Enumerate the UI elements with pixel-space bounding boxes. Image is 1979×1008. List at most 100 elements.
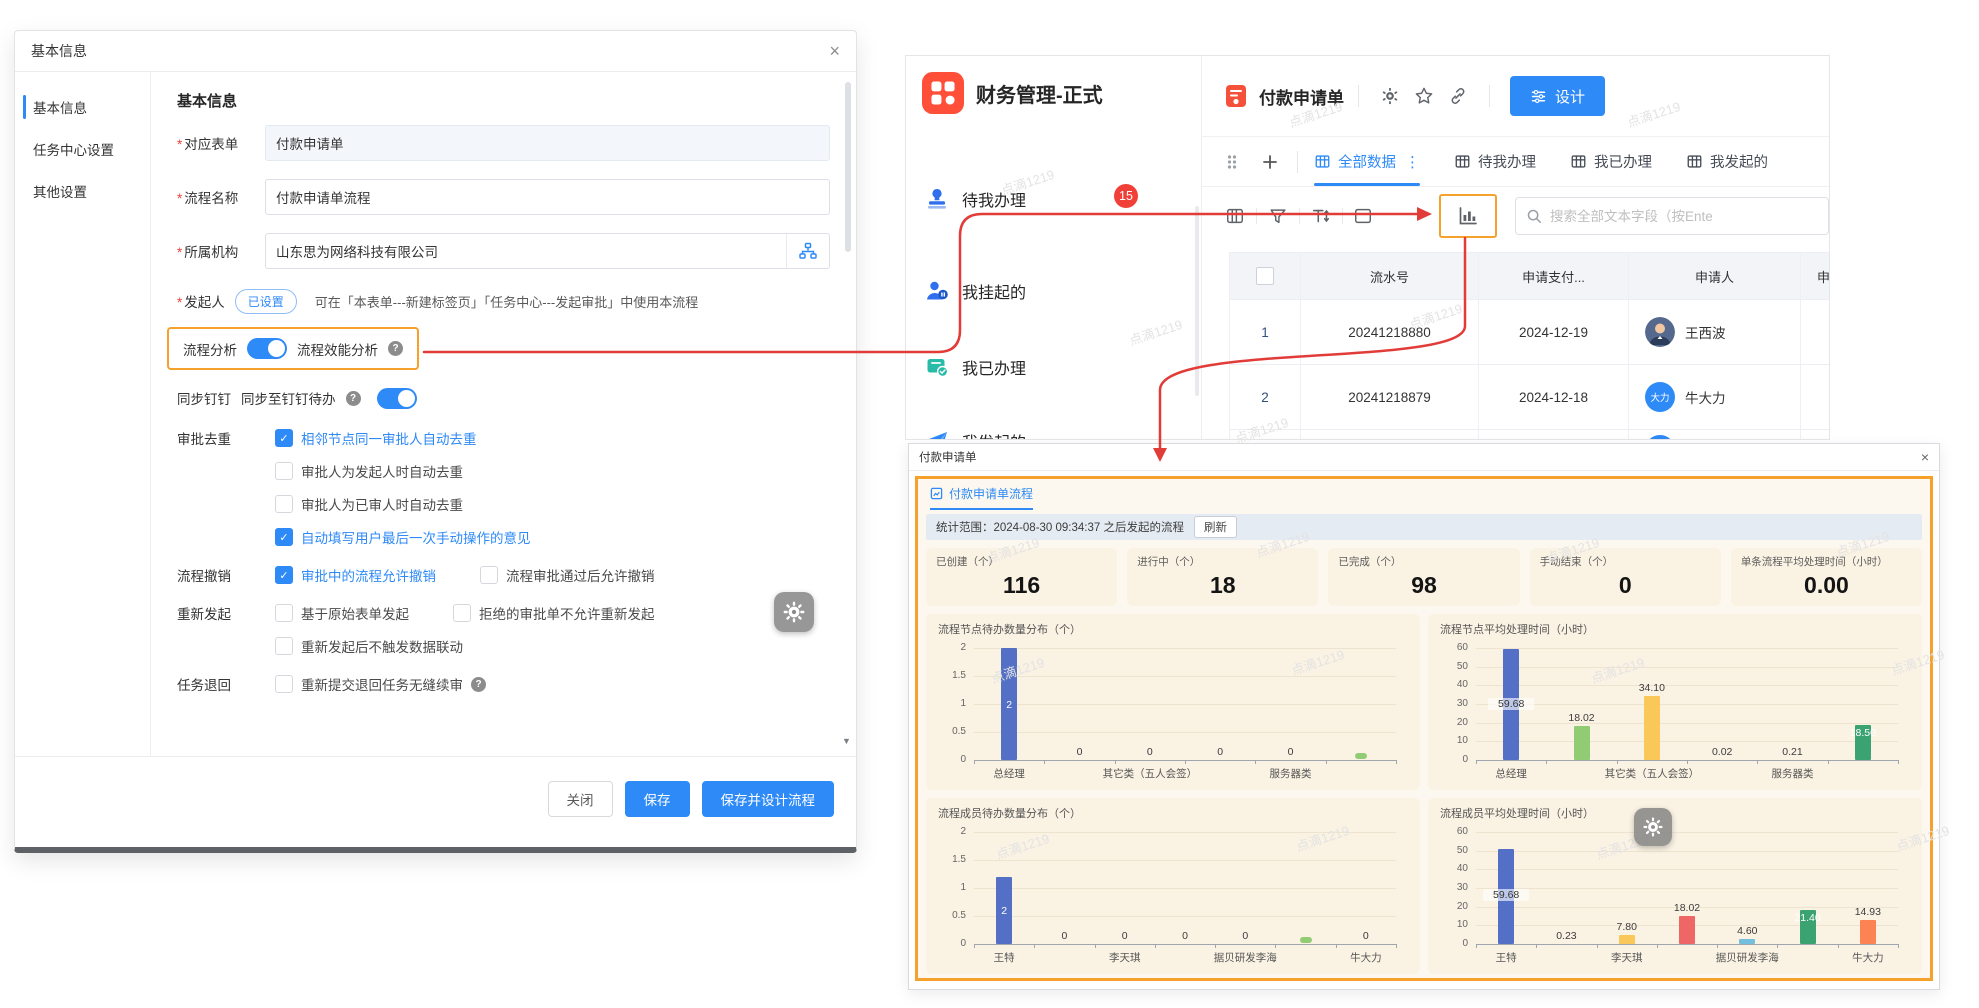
checkbox-restart-original[interactable] — [275, 604, 293, 622]
dedup-option-4[interactable]: 自动填写用户最后一次手动操作的意见 — [301, 527, 531, 547]
sidebar-item-task-center[interactable]: 任务中心设置 — [15, 128, 150, 170]
dedup-option-1[interactable]: 相邻节点同一审批人自动去重 — [301, 428, 477, 448]
checkbox-dedup-reviewed[interactable] — [275, 495, 293, 513]
save-and-design-button[interactable]: 保存并设计流程 — [702, 781, 835, 817]
card-view-icon[interactable] — [1352, 204, 1376, 228]
refresh-button[interactable]: 刷新 — [1194, 516, 1237, 538]
xtickmark — [1717, 944, 1718, 948]
row-flow-no[interactable]: 20241218880 — [1301, 300, 1479, 365]
sidebar-item-initiated[interactable]: 我发起的 — [924, 428, 1174, 440]
row-applicant[interactable]: 大力 牛大力 — [1629, 365, 1801, 430]
help-icon[interactable]: ? — [471, 677, 486, 692]
row-serial[interactable]: 2 — [1229, 365, 1301, 430]
select-all-checkbox[interactable] — [1256, 267, 1274, 285]
org-picker-icon[interactable] — [786, 234, 829, 268]
ytick: 60 — [1436, 642, 1468, 653]
restart-option-3[interactable]: 重新发起后不触发数据联动 — [301, 636, 463, 656]
revoke-option-2[interactable]: 流程审批通过后允许撤销 — [506, 565, 655, 585]
gridline — [1476, 888, 1898, 889]
revoke-option-1[interactable]: 审批中的流程允许撤销 — [301, 565, 436, 585]
checkbox-revoke-in-approval[interactable]: ✓ — [275, 566, 293, 584]
save-button[interactable]: 保存 — [625, 781, 690, 817]
organization-field[interactable] — [266, 244, 786, 259]
help-icon[interactable]: ? — [388, 341, 403, 356]
chart-plot: 605040302010059.68王特0.237.80李天琪18.024.60… — [1436, 824, 1914, 966]
checkbox-dedup-adjacent[interactable]: ✓ — [275, 429, 293, 447]
settings-gear-overlay-button[interactable] — [774, 592, 814, 632]
column-header: 申请支付... — [1479, 252, 1629, 300]
sidebar-item-suspended[interactable]: 我挂起的 — [924, 278, 1174, 304]
charts-grid: 流程节点待办数量分布（个） 21.510.502总经理00其它类（五人会签）00… — [926, 614, 1922, 974]
xtickmark — [1155, 944, 1156, 948]
dedup-option-3[interactable]: 审批人为已审人时自动去重 — [301, 494, 463, 514]
table-icon — [1570, 154, 1587, 169]
checkbox-autofill-opinion[interactable]: ✓ — [275, 528, 293, 546]
sort-icon[interactable] — [1309, 204, 1333, 228]
row-flow-no[interactable]: 20241218879 — [1301, 365, 1479, 430]
tab-all-data[interactable]: 全部数据 ⋮ — [1314, 137, 1420, 186]
sidebar-item-other-settings[interactable]: 其他设置 — [15, 170, 150, 212]
checkbox-return-seamless[interactable] — [275, 675, 293, 693]
vlabel: 59.68 — [1483, 889, 1529, 901]
xtickmark — [1536, 944, 1537, 948]
column-display-icon[interactable] — [1223, 204, 1247, 228]
list-toolbar — [1201, 187, 1829, 245]
settings-gear-overlay-button-2[interactable] — [1634, 808, 1672, 846]
checkbox-restart-no-linkage[interactable] — [275, 637, 293, 655]
required-asterisk: * — [177, 191, 182, 206]
sidebar-item-basic-info[interactable]: 基本信息 — [15, 86, 150, 128]
gridline — [1476, 667, 1898, 668]
scroll-down-icon[interactable]: ▼ — [842, 736, 851, 746]
tab-todo[interactable]: 待我办理 — [1454, 137, 1536, 186]
vlabel: 0 — [1120, 746, 1180, 758]
row-applicant[interactable]: 王西波 — [1629, 300, 1801, 365]
return-option-1[interactable]: 重新提交退回任务无缝续审 — [301, 674, 463, 694]
ytick: 0 — [1436, 938, 1468, 949]
close-button[interactable]: 关闭 — [548, 781, 613, 817]
xtickmark — [1034, 944, 1035, 948]
flow-name-field[interactable] — [265, 179, 830, 215]
tab-initiated[interactable]: 我发起的 — [1686, 137, 1768, 186]
tab-done[interactable]: 我已办理 — [1570, 137, 1652, 186]
row-date[interactable]: 2024-12-18 — [1479, 365, 1629, 430]
tab-payment-flow[interactable]: 付款申请单流程 — [930, 485, 1033, 510]
favorite-star-icon[interactable] — [1411, 83, 1437, 109]
form-title: 付款申请单 — [1259, 84, 1344, 109]
form-settings-gear-icon[interactable] — [1377, 83, 1403, 109]
design-button[interactable]: 设计 — [1510, 76, 1605, 116]
dedup-option-2[interactable]: 审批人为发起人时自动去重 — [301, 461, 463, 481]
sidebar-item-done[interactable]: 我已办理 — [924, 354, 1174, 380]
checkbox-restart-rejected[interactable] — [453, 604, 471, 622]
form-row-organization: *所属机构 — [177, 233, 830, 269]
xtickmark — [1336, 944, 1337, 948]
tab-more-icon[interactable]: ⋮ — [1405, 153, 1420, 171]
gridline — [974, 648, 1396, 649]
share-link-icon[interactable] — [1445, 83, 1471, 109]
restart-option-1[interactable]: 基于原始表单发起 — [301, 603, 409, 623]
help-icon[interactable]: ? — [346, 391, 361, 406]
filter-icon[interactable] — [1266, 204, 1290, 228]
dingtalk-toggle[interactable] — [377, 388, 417, 409]
dialog-title: 基本信息 — [31, 41, 87, 61]
flow-analysis-chart-button[interactable] — [1439, 194, 1497, 238]
close-icon[interactable]: × — [1921, 450, 1929, 464]
initiator-set-badge[interactable]: 已设置 — [235, 289, 297, 314]
sidebar-item-todo[interactable]: 待我办理 15 — [924, 186, 1174, 212]
app-sidebar: 财务管理-正式 待我办理 15 我挂起的 — [906, 56, 1202, 439]
drag-handle-icon[interactable] — [1219, 149, 1245, 175]
checkbox-dedup-initiator[interactable] — [275, 462, 293, 480]
row-serial[interactable]: 1 — [1229, 300, 1301, 365]
scrollbar-thumb[interactable] — [845, 82, 851, 252]
search-icon — [1526, 208, 1542, 224]
close-icon[interactable]: × — [829, 42, 840, 60]
restart-option-2[interactable]: 拒绝的审批单不允许重新发起 — [479, 603, 655, 623]
search-input[interactable] — [1548, 208, 1818, 225]
target-form-field[interactable] — [265, 125, 830, 161]
checkbox-revoke-after-approval[interactable] — [480, 566, 498, 584]
add-view-icon[interactable] — [1257, 149, 1283, 175]
sidebar-scrollbar[interactable] — [1195, 206, 1199, 396]
flow-analysis-toggle[interactable] — [247, 338, 287, 359]
row-date[interactable]: 2024-12-19 — [1479, 300, 1629, 365]
basic-info-dialog: 基本信息 × 基本信息 任务中心设置 其他设置 基本信息 *对应表单 *流程名称… — [14, 30, 857, 853]
xtickmark — [1044, 760, 1045, 764]
